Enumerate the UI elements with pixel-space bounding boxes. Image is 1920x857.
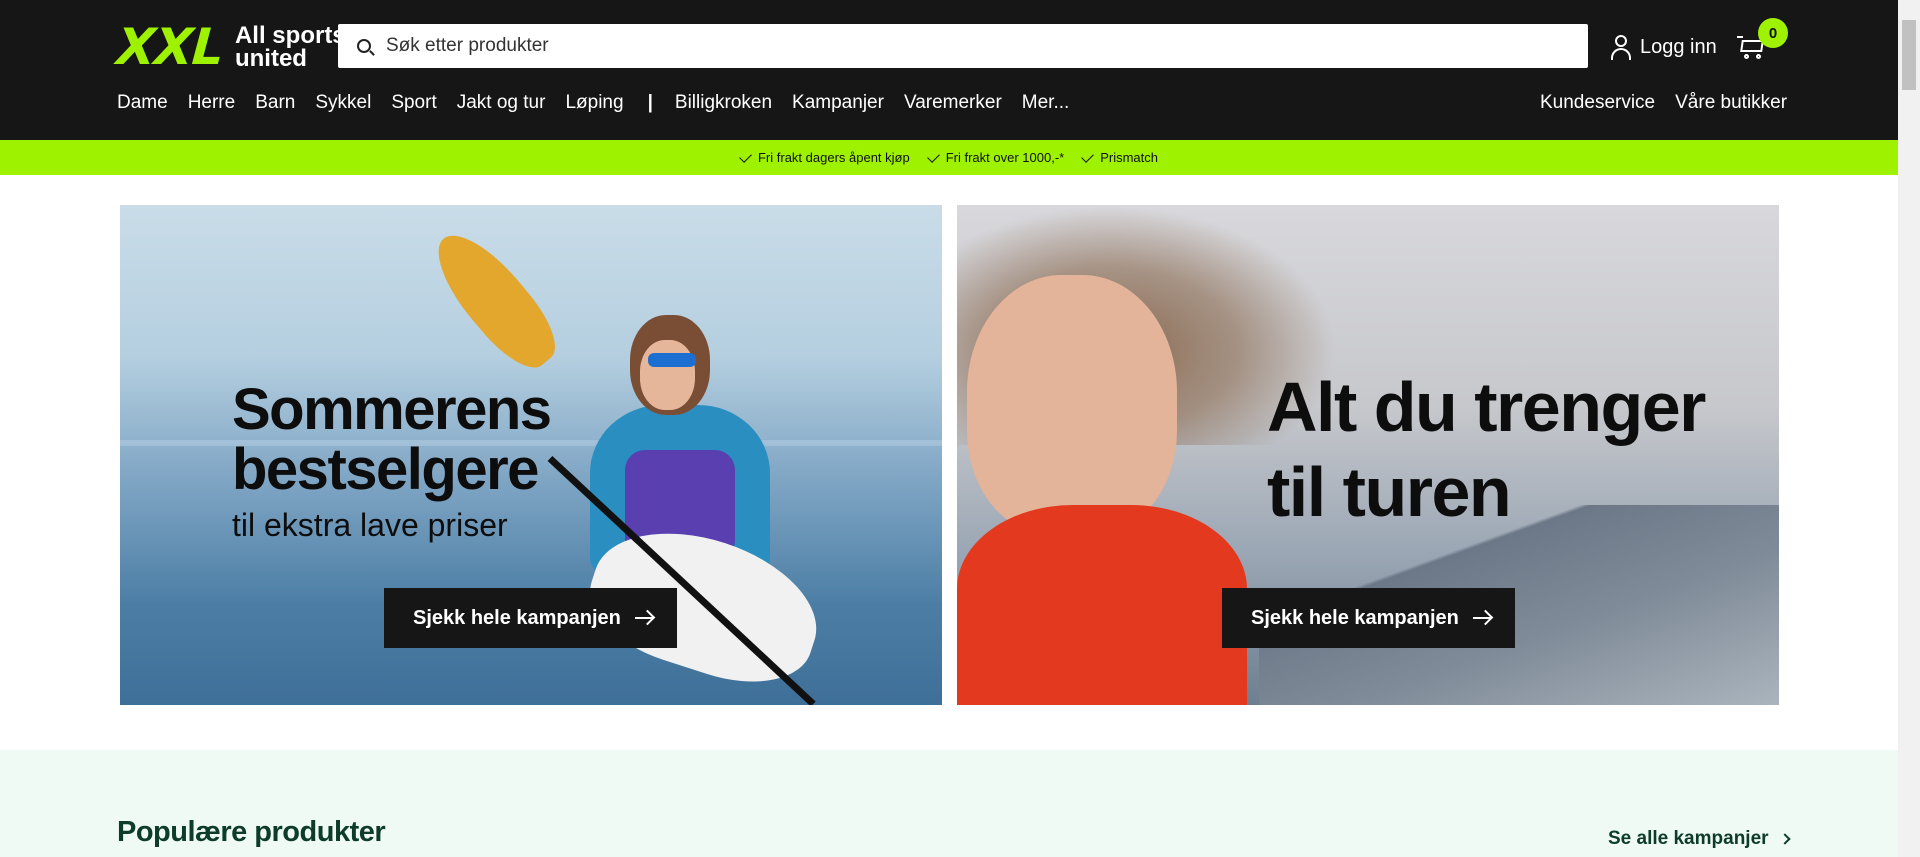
nav-item-sykkel[interactable]: Sykkel <box>315 92 371 114</box>
nav-item-kampanjer[interactable]: Kampanjer <box>792 92 884 114</box>
usp-bar: Fri frakt dagers åpent kjøp Fri frakt ov… <box>0 140 1898 175</box>
check-icon <box>926 149 940 163</box>
banner-title: Sommerens bestselgere <box>232 377 552 502</box>
usp-item: Prismatch <box>1081 149 1159 165</box>
cta-label: Sjekk hele kampanjen <box>413 606 621 629</box>
logo-mark: XXL <box>114 18 225 76</box>
usp-item: Fri frakt dagers åpent kjøp <box>739 149 910 165</box>
nav-separator: | <box>647 92 653 113</box>
arrow-right-icon <box>634 617 653 619</box>
search-bar[interactable] <box>338 24 1588 68</box>
usp-label: Fri frakt dagers åpent kjøp <box>757 150 910 165</box>
usp-label: Fri frakt over 1000,-* <box>945 150 1065 165</box>
nav-item-vare-butikker[interactable]: Våre butikker <box>1675 92 1787 114</box>
user-icon <box>1610 34 1632 60</box>
banner-title-line1: Sommerens <box>232 377 552 442</box>
usp-label: Prismatch <box>1100 150 1159 165</box>
banner-title-line2: bestselgere <box>232 437 539 502</box>
nav-item-billigkroken[interactable]: Billigkroken <box>675 92 772 114</box>
site-header: XXL All sports united Logg inn 0 Dame He… <box>0 0 1898 140</box>
see-all-campaigns-link[interactable]: Se alle kampanjer <box>1608 828 1791 850</box>
banner-subtitle: til ekstra lave priser <box>232 507 508 543</box>
hiker-image <box>967 275 1177 535</box>
campaign-banner-outdoor[interactable]: Alt du trenger til turen Sjekk hele kamp… <box>957 205 1779 705</box>
cart-count-badge: 0 <box>1758 18 1788 48</box>
check-icon <box>739 149 752 163</box>
nav-item-dame[interactable]: Dame <box>117 92 168 114</box>
check-icon <box>1081 149 1095 163</box>
login-label: Logg inn <box>1640 35 1717 58</box>
login-button[interactable]: Logg inn <box>1610 34 1717 60</box>
cta-label: Sjekk hele kampanjen <box>1251 606 1459 629</box>
logo-tagline: All sports united <box>234 22 346 72</box>
search-icon <box>357 39 371 53</box>
arrow-right-icon <box>1472 617 1491 619</box>
nav-item-varemerker[interactable]: Varemerker <box>904 92 1002 114</box>
chevron-right-icon <box>1778 833 1791 845</box>
banner-title-line2: til turen <box>1267 453 1512 531</box>
campaign-banner-summer[interactable]: Sommerens bestselgere til ekstra lave pr… <box>120 205 942 705</box>
campaign-cta-button[interactable]: Sjekk hele kampanjen <box>1222 588 1515 648</box>
scrollbar-thumb[interactable] <box>1902 20 1916 90</box>
logo-tagline-line1: All sports <box>234 22 346 49</box>
nav-item-barn[interactable]: Barn <box>255 92 295 114</box>
popular-products-section: Populære produkter Se alle kampanjer <box>0 750 1898 857</box>
banner-title-line1: Alt du trenger <box>1267 368 1706 446</box>
campaign-cta-button[interactable]: Sjekk hele kampanjen <box>384 588 677 648</box>
search-input[interactable] <box>386 35 1536 57</box>
xxl-logo[interactable]: XXL All sports united <box>114 18 346 76</box>
nav-item-sport[interactable]: Sport <box>391 92 436 114</box>
nav-item-jakt-og-tur[interactable]: Jakt og tur <box>457 92 546 114</box>
nav-item-kundeservice[interactable]: Kundeservice <box>1540 92 1655 114</box>
logo-tagline-line2: united <box>234 45 307 72</box>
section-title: Populære produkter <box>117 816 386 848</box>
paddle-image <box>420 219 570 381</box>
see-all-label: Se alle kampanjer <box>1608 828 1769 849</box>
secondary-nav: Kundeservice Våre butikker <box>1540 92 1807 114</box>
banner-title: Alt du trenger til turen <box>1267 365 1706 535</box>
main-nav: Dame Herre Barn Sykkel Sport Jakt og tur… <box>117 92 1089 114</box>
nav-item-loping[interactable]: Løping <box>565 92 623 114</box>
page-scrollbar[interactable] <box>1898 0 1920 857</box>
nav-item-mer[interactable]: Mer... <box>1022 92 1070 114</box>
nav-item-herre[interactable]: Herre <box>188 92 236 114</box>
usp-item: Fri frakt over 1000,-* <box>926 149 1065 165</box>
